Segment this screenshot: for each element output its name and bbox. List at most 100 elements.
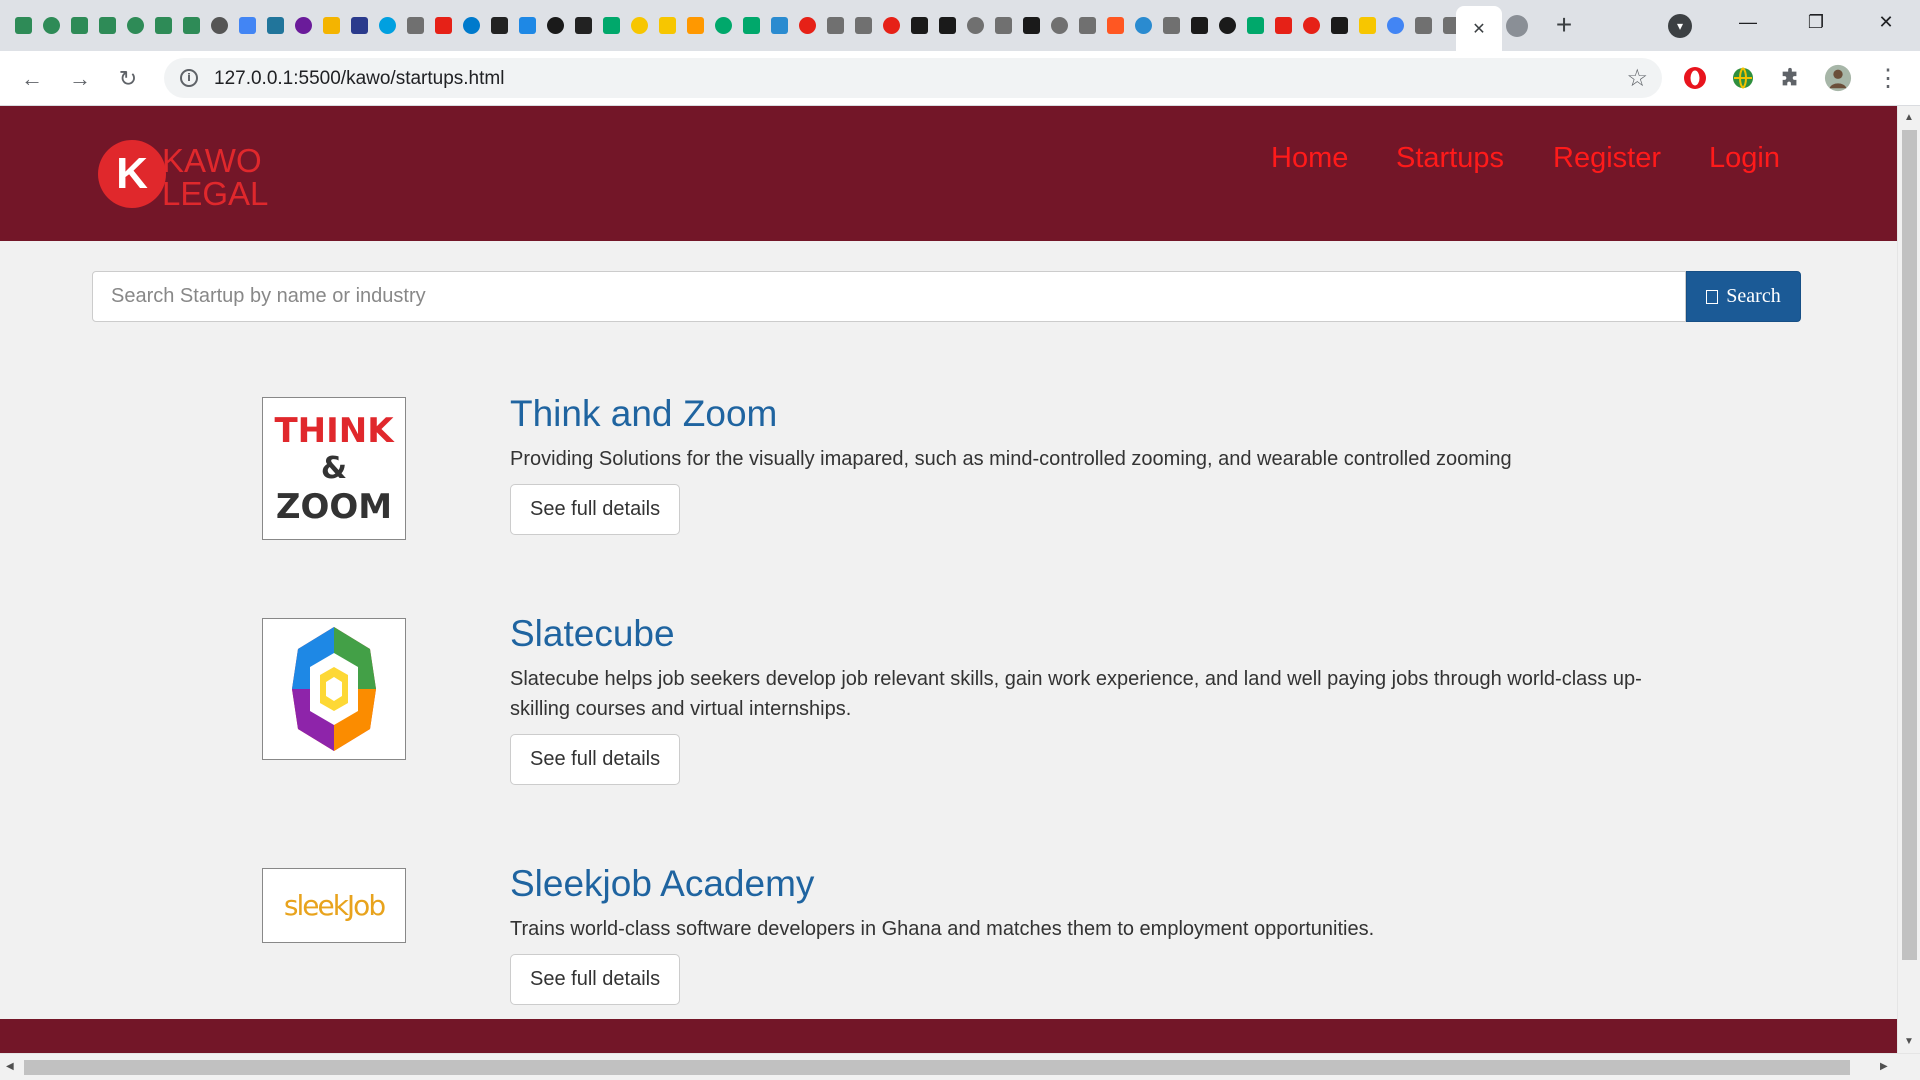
vertical-scrollbar[interactable]: ▲ ▼	[1897, 106, 1920, 1053]
url-text[interactable]: 127.0.0.1:5500/kawo/startups.html	[214, 68, 504, 90]
tab-favicon[interactable]	[1130, 12, 1156, 38]
active-tab[interactable]: ✕	[1456, 6, 1502, 51]
address-bar[interactable]: i 127.0.0.1:5500/kawo/startups.html ☆	[164, 58, 1662, 98]
tab-favicon[interactable]	[1046, 12, 1072, 38]
tab-favicon[interactable]	[906, 12, 932, 38]
see-details-button[interactable]: See full details	[510, 734, 681, 785]
tab-favicon[interactable]	[318, 12, 344, 38]
tab-favicon[interactable]	[766, 12, 792, 38]
sleekjob-logo[interactable]: sleekJob	[262, 868, 406, 943]
tab-favicon[interactable]	[206, 12, 232, 38]
kawo-legal-logo[interactable]: K KAWO LEGAL	[98, 140, 278, 210]
tab-favicon[interactable]	[1506, 15, 1528, 37]
see-details-button[interactable]: See full details	[510, 954, 681, 1005]
back-arrow-icon[interactable]: ←	[16, 63, 48, 95]
profile-avatar[interactable]	[1824, 64, 1852, 92]
tab-favicon[interactable]	[38, 12, 64, 38]
scroll-up-arrow-icon[interactable]: ▲	[1904, 112, 1914, 123]
close-window-icon[interactable]: ✕	[1866, 6, 1906, 38]
site-favicon-icon	[42, 16, 60, 34]
tab-favicon[interactable]	[1326, 12, 1352, 38]
tab-favicon[interactable]	[178, 12, 204, 38]
tab-favicon[interactable]	[122, 12, 148, 38]
search-input[interactable]	[92, 271, 1686, 322]
scroll-left-arrow-icon[interactable]: ◀	[6, 1061, 14, 1072]
see-details-button[interactable]: See full details	[510, 484, 681, 535]
new-tab-button[interactable]: +	[1548, 9, 1580, 41]
tab-favicon[interactable]	[934, 12, 960, 38]
tab-favicon[interactable]	[598, 12, 624, 38]
nav-home[interactable]: Home	[1271, 142, 1348, 175]
startup-name[interactable]: Think and Zoom	[510, 392, 1690, 436]
nav-register[interactable]: Register	[1553, 142, 1661, 175]
tab-favicon[interactable]	[458, 12, 484, 38]
tab-favicon[interactable]	[878, 12, 904, 38]
nav-startups[interactable]: Startups	[1396, 142, 1504, 175]
tab-favicon[interactable]	[10, 12, 36, 38]
scroll-right-arrow-icon[interactable]: ▶	[1880, 1061, 1888, 1072]
tab-favicon[interactable]	[822, 12, 848, 38]
tab-favicon[interactable]	[150, 12, 176, 38]
tab-favicon[interactable]	[430, 12, 456, 38]
think-and-zoom-logo[interactable]: THINK & ZOOM	[262, 397, 406, 540]
tab-favicon[interactable]	[402, 12, 428, 38]
tab-favicon[interactable]	[626, 12, 652, 38]
scroll-down-arrow-icon[interactable]: ▼	[1904, 1036, 1914, 1047]
reload-icon[interactable]: ↻	[112, 63, 144, 95]
tab-favicon[interactable]	[850, 12, 876, 38]
site-favicon-icon	[14, 16, 32, 34]
tab-favicon[interactable]	[654, 12, 680, 38]
tab-favicon[interactable]	[234, 12, 260, 38]
minimize-icon[interactable]: —	[1728, 6, 1768, 38]
startup-name[interactable]: Sleekjob Academy	[510, 862, 1690, 906]
tab-favicon[interactable]	[990, 12, 1016, 38]
site-favicon-icon	[826, 16, 844, 34]
tab-favicon[interactable]	[1410, 12, 1436, 38]
close-tab-icon[interactable]: ✕	[1472, 19, 1485, 39]
tab-favicon[interactable]	[570, 12, 596, 38]
tab-search-icon[interactable]: ▾	[1668, 14, 1692, 38]
tab-favicon[interactable]	[542, 12, 568, 38]
tab-favicon[interactable]	[1354, 12, 1380, 38]
tab-favicon[interactable]	[1242, 12, 1268, 38]
tab-favicon[interactable]	[486, 12, 512, 38]
search-button[interactable]: Search	[1686, 271, 1801, 322]
tab-favicon[interactable]	[514, 12, 540, 38]
tab-favicon[interactable]	[1102, 12, 1128, 38]
tab-favicon[interactable]	[290, 12, 316, 38]
tab-favicon[interactable]	[262, 12, 288, 38]
tab-favicon[interactable]	[794, 12, 820, 38]
tab-favicon[interactable]	[66, 12, 92, 38]
tab-favicon[interactable]	[94, 12, 120, 38]
site-info-icon[interactable]: i	[180, 69, 198, 87]
opera-extension-icon[interactable]	[1681, 64, 1709, 92]
tab-favicon[interactable]	[374, 12, 400, 38]
tab-favicon[interactable]	[1186, 12, 1212, 38]
tab-favicon[interactable]	[962, 12, 988, 38]
tab-favicon[interactable]	[1074, 12, 1100, 38]
tab-favicon[interactable]	[1018, 12, 1044, 38]
tab-favicon[interactable]	[1382, 12, 1408, 38]
restore-icon[interactable]: ❐	[1796, 6, 1836, 38]
tab-favicon[interactable]	[346, 12, 372, 38]
bookmark-star-icon[interactable]: ☆	[1626, 64, 1648, 93]
site-favicon-icon	[1162, 16, 1180, 34]
vertical-scroll-thumb[interactable]	[1902, 130, 1917, 960]
browser-menu-icon[interactable]: ⋮	[1872, 63, 1904, 95]
tab-favicon[interactable]	[1158, 12, 1184, 38]
tab-favicon[interactable]	[710, 12, 736, 38]
slatecube-logo[interactable]	[262, 618, 406, 760]
globe-extension-icon[interactable]	[1729, 64, 1757, 92]
forward-arrow-icon[interactable]: →	[64, 63, 96, 95]
horizontal-scrollbar[interactable]: ◀ ▶	[0, 1053, 1920, 1080]
tab-favicon[interactable]	[738, 12, 764, 38]
site-favicon-icon	[462, 16, 480, 34]
horizontal-scroll-thumb[interactable]	[24, 1060, 1850, 1075]
tab-favicon[interactable]	[682, 12, 708, 38]
startup-name[interactable]: Slatecube	[510, 612, 1690, 656]
extensions-puzzle-icon[interactable]	[1776, 64, 1804, 92]
tab-favicon[interactable]	[1298, 12, 1324, 38]
tab-favicon[interactable]	[1214, 12, 1240, 38]
tab-favicon[interactable]	[1270, 12, 1296, 38]
nav-login[interactable]: Login	[1709, 142, 1780, 175]
